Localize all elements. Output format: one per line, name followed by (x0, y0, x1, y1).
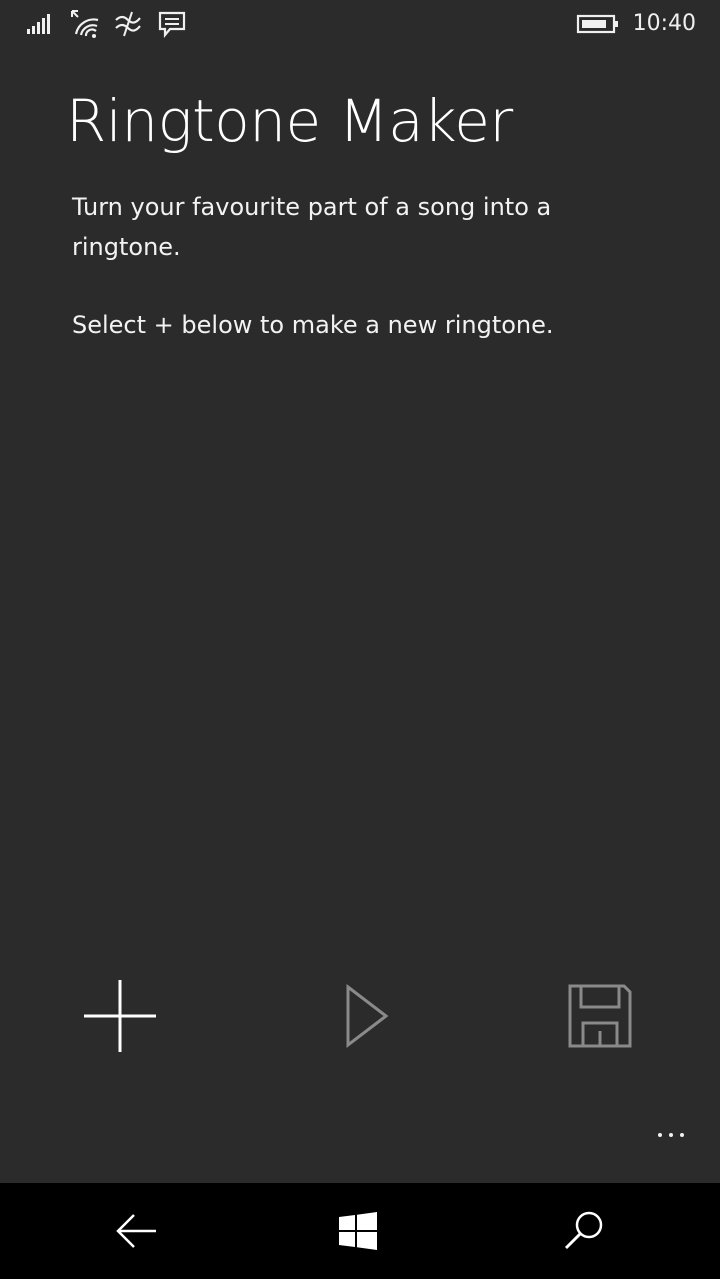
start-button[interactable] (318, 1201, 398, 1261)
save-button[interactable] (552, 970, 648, 1062)
search-button[interactable] (544, 1201, 624, 1261)
wifi-icon (64, 6, 104, 42)
message-icon (152, 6, 192, 42)
signal-strength-icon (20, 6, 60, 42)
battery-icon (574, 6, 622, 42)
data-sense-icon (108, 6, 148, 42)
add-ringtone-button[interactable] (72, 970, 168, 1062)
search-icon (562, 1209, 606, 1253)
play-button[interactable] (316, 970, 412, 1062)
more-dots-icon (658, 1133, 662, 1137)
plus-icon (80, 976, 160, 1056)
page-title: Ringtone Maker (66, 87, 513, 155)
navigation-bar (0, 1183, 720, 1279)
instruction-text: Select + below to make a new ringtone. (72, 311, 554, 339)
back-button[interactable] (96, 1201, 176, 1261)
description-text: Turn your favourite part of a song into … (72, 193, 552, 261)
status-bar: 10:40 (0, 0, 720, 50)
save-icon (565, 981, 635, 1051)
play-icon (334, 981, 394, 1051)
more-options-button[interactable] (646, 1118, 696, 1152)
back-arrow-icon (112, 1211, 160, 1251)
windows-logo-icon (337, 1211, 379, 1251)
status-time: 10:40 (632, 11, 696, 36)
